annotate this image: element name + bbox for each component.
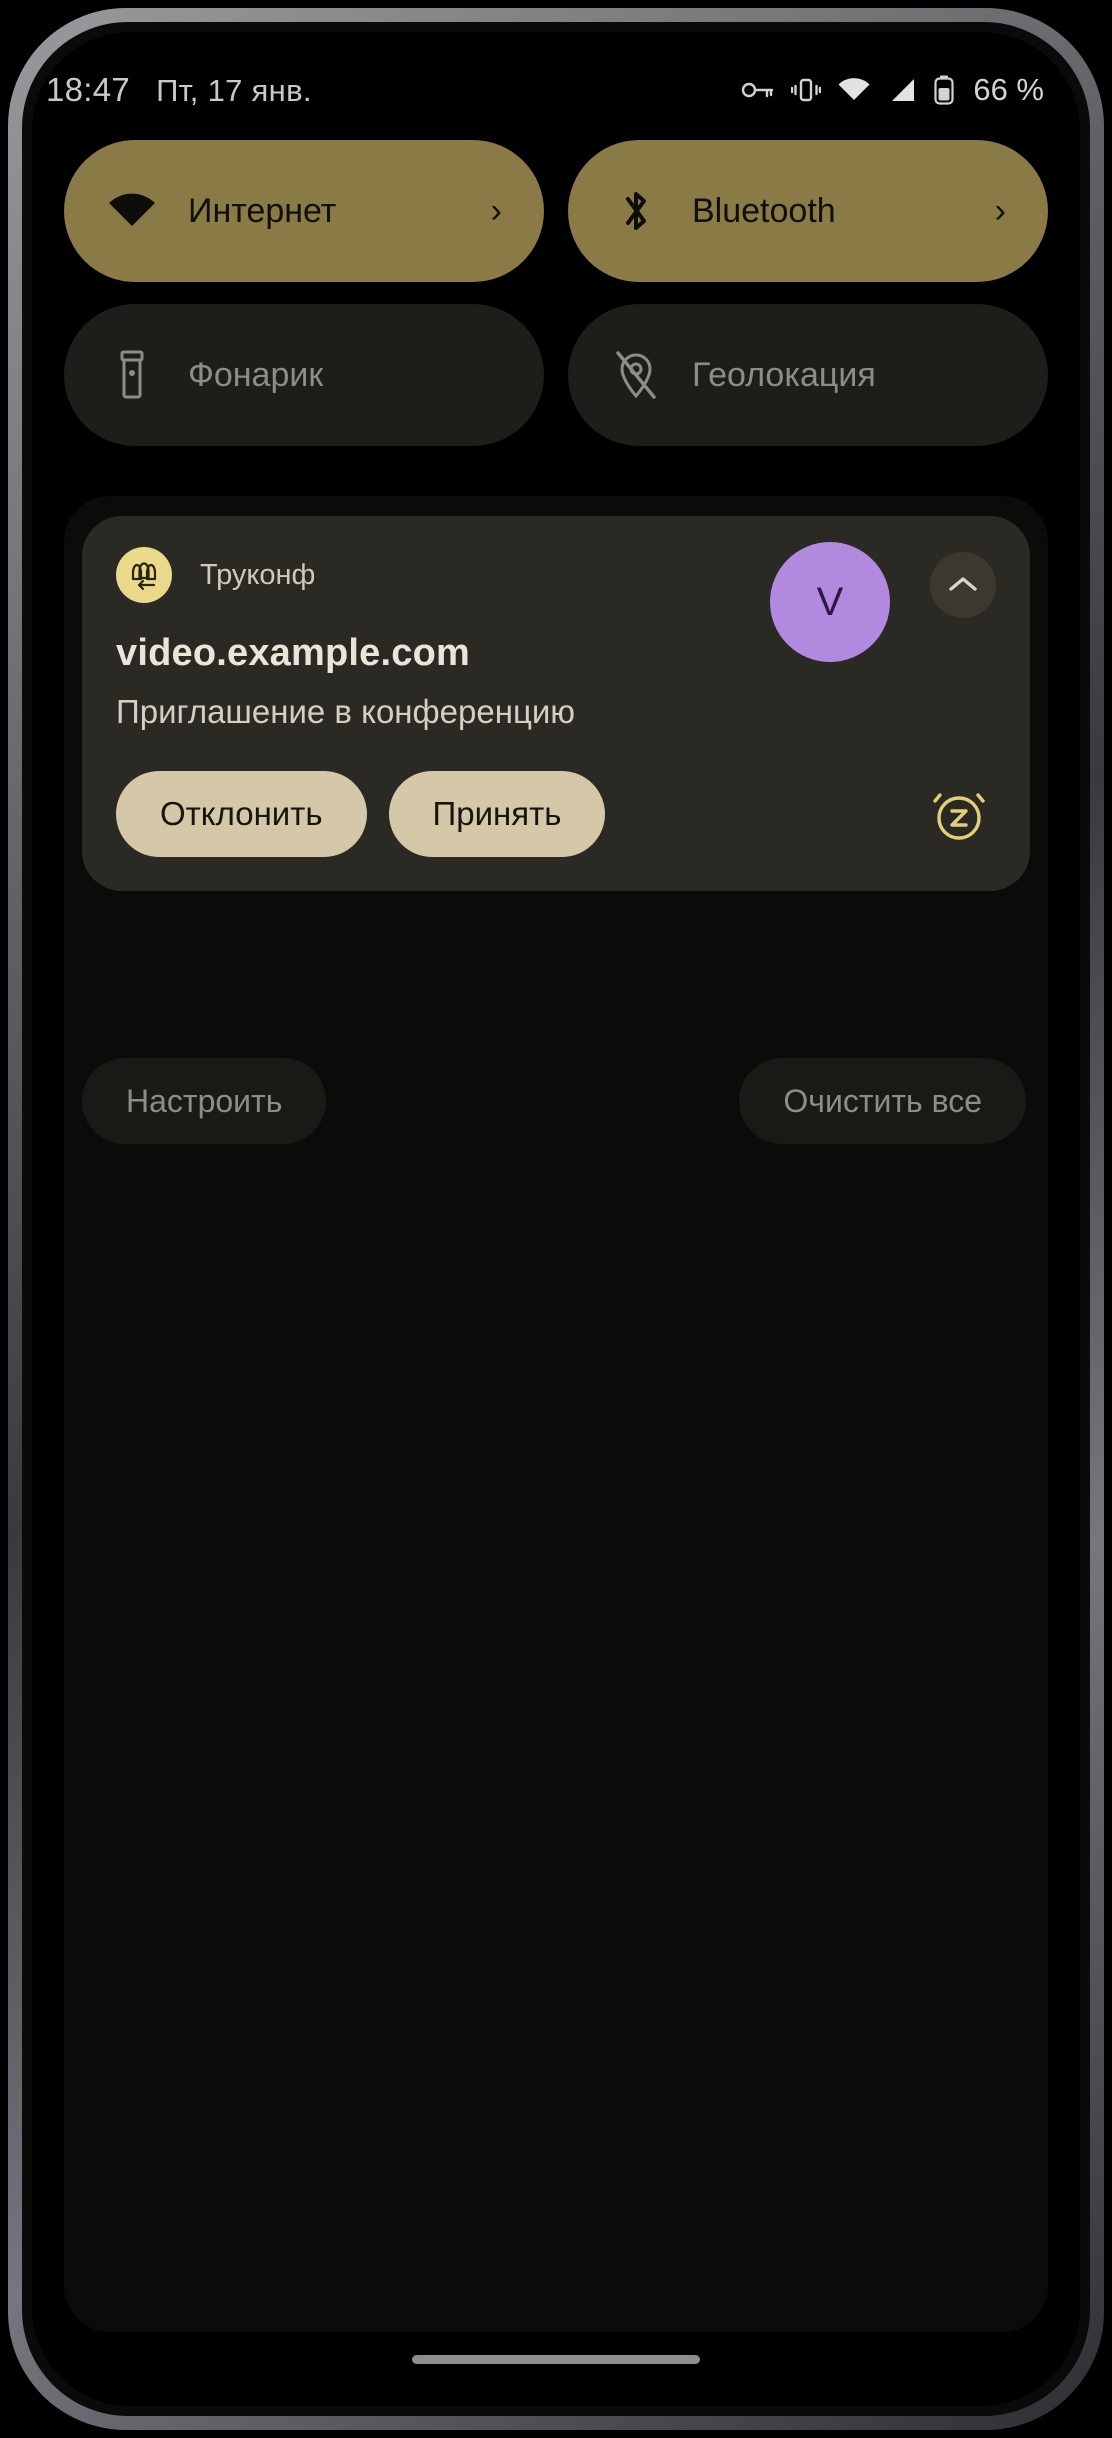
phone-frame: 18:47 Пт, 17 янв. 66 % Интернет › Blueto…: [0, 0, 1112, 2438]
qs-tile-label: Bluetooth: [692, 191, 836, 230]
qs-tile-bluetooth[interactable]: Bluetooth ›: [568, 140, 1048, 282]
manage-notifications-button[interactable]: Настроить: [82, 1058, 327, 1144]
qs-tile-label: Геолокация: [692, 355, 876, 394]
notification-shade: Труконф V video.example.com Приглашение …: [64, 496, 1048, 2332]
notification-card[interactable]: Труконф V video.example.com Приглашение …: [82, 516, 1030, 891]
notification-app-name: Труконф: [200, 558, 316, 591]
cellular-signal-icon: [887, 77, 917, 103]
clear-all-button[interactable]: Очистить все: [739, 1058, 1026, 1144]
wifi-icon: [837, 77, 871, 103]
notification-header: Труконф V: [116, 542, 996, 662]
avatar: V: [770, 542, 890, 662]
flashlight-icon: [106, 349, 158, 401]
battery-percent-label: 66 %: [973, 72, 1044, 107]
location-off-icon: [610, 349, 662, 401]
wifi-icon: [106, 185, 158, 237]
qs-tile-label: Фонарик: [188, 355, 324, 394]
phone-screen: 18:47 Пт, 17 янв. 66 % Интернет › Blueto…: [32, 32, 1080, 2406]
bluetooth-icon: [610, 185, 662, 237]
vibrate-icon: [791, 76, 822, 104]
qs-tile-label: Интернет: [188, 191, 337, 230]
chevron-up-icon[interactable]: [930, 552, 996, 618]
chevron-right-icon[interactable]: ›: [995, 194, 1006, 228]
decline-button[interactable]: Отклонить: [116, 771, 367, 857]
quick-settings-grid: Интернет › Bluetooth › Фонарик Геолокаци…: [32, 140, 1080, 446]
vpn-key-icon: [741, 78, 775, 102]
notification-actions: Отклонить Принять: [116, 771, 996, 857]
shade-footer: Настроить Очистить все: [82, 1058, 1030, 1144]
status-bar: 18:47 Пт, 17 янв. 66 %: [32, 62, 1080, 118]
status-bar-clock: 18:47: [46, 71, 131, 108]
home-indicator[interactable]: [412, 2355, 700, 2364]
accept-button[interactable]: Принять: [388, 771, 606, 857]
trueconf-group-icon: [116, 547, 172, 603]
chevron-right-icon[interactable]: ›: [491, 194, 502, 228]
qs-tile-internet[interactable]: Интернет ›: [64, 140, 544, 282]
status-bar-right: 66 %: [741, 72, 1044, 108]
status-bar-date: Пт, 17 янв.: [156, 73, 312, 108]
battery-icon: [933, 75, 955, 105]
qs-tile-flashlight[interactable]: Фонарик: [64, 304, 544, 446]
qs-tile-location[interactable]: Геолокация: [568, 304, 1048, 446]
status-bar-left: 18:47 Пт, 17 янв.: [46, 71, 312, 109]
alarm-snooze-icon[interactable]: [922, 777, 996, 851]
notification-text: Приглашение в конференцию: [116, 693, 576, 730]
